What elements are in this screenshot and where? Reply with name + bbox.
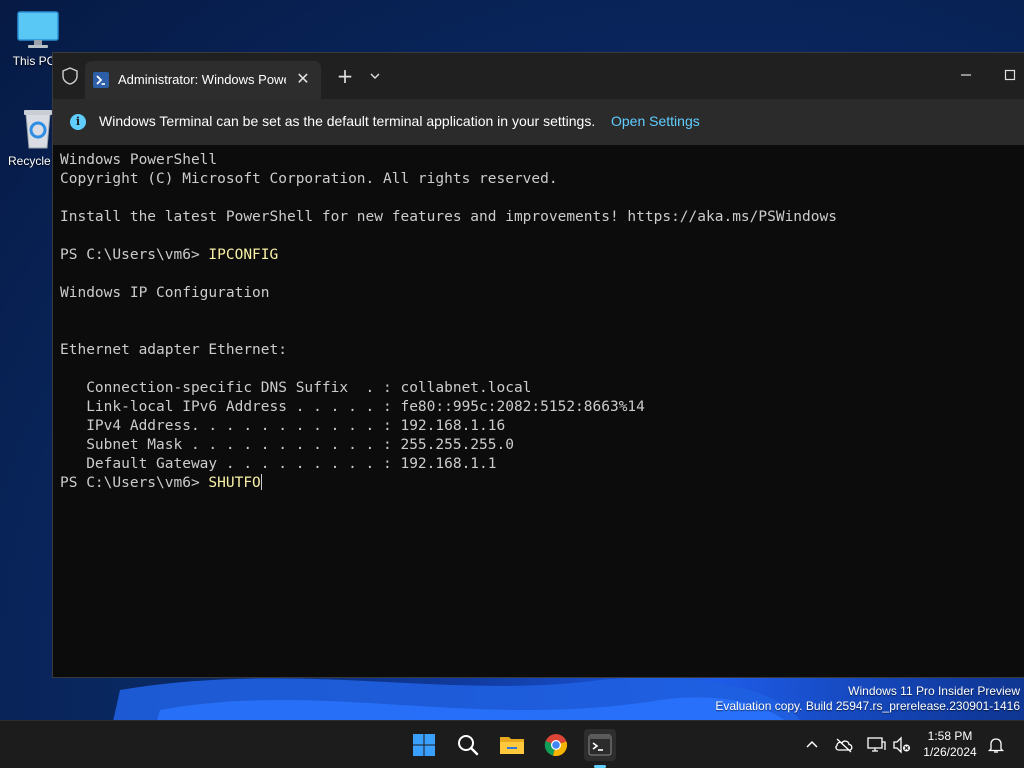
chrome-icon[interactable] — [540, 729, 572, 761]
clock-time: 1:58 PM — [927, 729, 973, 743]
console-line: IPv4 Address. . . . . . . . . . . : 192.… — [60, 418, 506, 434]
console-prompt-line: PS C:\Users\vm6> IPCONFIG — [60, 246, 1010, 265]
volume-icon[interactable] — [892, 735, 912, 755]
notification-bell-icon[interactable] — [986, 735, 1006, 755]
open-settings-link[interactable]: Open Settings — [611, 113, 700, 129]
terminal-window: Administrator: Windows PowerShell ✕ + i … — [52, 52, 1024, 678]
prompt: PS C:\Users\vm6> — [60, 247, 209, 263]
prompt: PS C:\Users\vm6> — [60, 475, 209, 491]
text-cursor — [260, 474, 262, 490]
minimize-button[interactable] — [951, 63, 981, 87]
console-line: Connection-specific DNS Suffix . : colla… — [60, 380, 532, 396]
powershell-icon — [93, 72, 109, 88]
evaluation-watermark: Windows 11 Pro Insider Preview Evaluatio… — [715, 684, 1020, 714]
admin-shield-icon — [59, 65, 81, 87]
console-line: Default Gateway . . . . . . . . . : 192.… — [60, 456, 497, 472]
console-prompt-line: PS C:\Users\vm6> SHUTFO — [60, 474, 1010, 493]
system-clock[interactable]: 1:58 PM 1/26/2024 — [915, 728, 985, 760]
watermark-line-build: Evaluation copy. Build 25947.rs_prerelea… — [715, 699, 1020, 713]
console-line: Ethernet adapter Ethernet: — [60, 342, 287, 358]
new-tab-button[interactable]: + — [333, 65, 357, 87]
search-icon[interactable] — [452, 729, 484, 761]
tab-title: Administrator: Windows PowerShell — [118, 72, 286, 87]
clock-date: 1/26/2024 — [923, 745, 977, 759]
command-input[interactable]: SHUTFO — [208, 475, 260, 491]
chevron-up-icon[interactable] — [802, 735, 822, 755]
watermark-line-edition: Windows 11 Pro Insider Preview — [848, 684, 1020, 698]
monitor-icon — [17, 11, 59, 48]
tab-powershell[interactable]: Administrator: Windows PowerShell ✕ — [85, 61, 321, 99]
network-icon[interactable] — [866, 735, 886, 755]
desktop-icon-label: Recycle Bin — [8, 154, 56, 168]
infobar-message: Windows Terminal can be set as the defau… — [99, 113, 596, 129]
console-line: Install the latest PowerShell for new fe… — [60, 209, 837, 225]
title-bar[interactable]: Administrator: Windows PowerShell ✕ + — [53, 53, 1024, 99]
onedrive-icon[interactable] — [834, 735, 854, 755]
default-terminal-infobar: i Windows Terminal can be set as the def… — [53, 99, 1024, 145]
chevron-down-icon[interactable] — [365, 66, 385, 86]
console-line: Copyright (C) Microsoft Corporation. All… — [60, 171, 558, 187]
console-line: Windows PowerShell — [60, 152, 218, 168]
info-icon: i — [70, 114, 86, 130]
terminal-icon[interactable] — [584, 729, 616, 761]
console-line: Link-local IPv6 Address . . . . . : fe80… — [60, 399, 645, 415]
close-tab-icon[interactable]: ✕ — [293, 69, 313, 89]
terminal-console[interactable]: Windows PowerShell Copyright (C) Microso… — [60, 151, 1010, 671]
console-line: Subnet Mask . . . . . . . . . . . : 255.… — [60, 437, 514, 453]
file-explorer-icon[interactable] — [496, 729, 528, 761]
taskbar: 1:58 PM 1/26/2024 — [0, 720, 1024, 768]
start-icon[interactable] — [408, 729, 440, 761]
maximize-button[interactable] — [995, 63, 1024, 87]
console-line: Windows IP Configuration — [60, 285, 270, 301]
command-text: IPCONFIG — [208, 247, 279, 263]
